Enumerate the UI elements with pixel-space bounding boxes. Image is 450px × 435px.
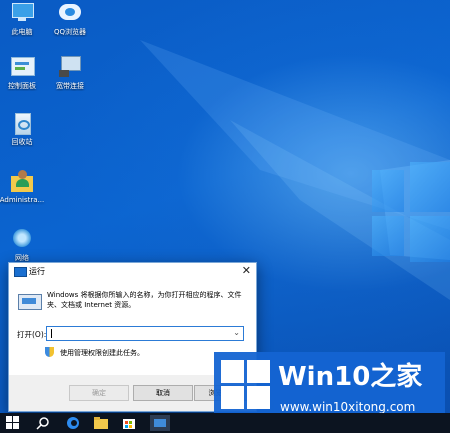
wallpaper-logo-pane [372,170,404,212]
watermark-brand-zh: 之家 [370,362,423,392]
win10-watermark: Win10之家 www.win10xitong.com [214,352,445,413]
desktop-icon-user-folder[interactable]: Administra... [0,168,48,205]
file-explorer-icon[interactable] [94,415,110,431]
broadband-icon [57,54,83,80]
taskbar [0,413,450,433]
user-folder-icon [9,168,35,194]
open-label: 打开(O): [17,330,47,339]
computer-icon [9,0,35,26]
wallpaper-logo-pane [372,216,404,256]
windows-logo-icon [221,360,271,410]
desktop-icon-this-pc[interactable]: 此电脑 [0,0,48,37]
run-app-icon [14,267,27,277]
search-icon[interactable] [36,415,52,431]
watermark-brand: Win10之家 [278,356,422,393]
run-program-icon [18,294,42,310]
desktop-icon-qq-browser[interactable]: QQ浏览器 [44,0,96,37]
desktop-background: 此电脑 QQ浏览器 控制面板 宽带连接 回收站 Administra... 网络… [0,0,450,413]
recycle-bin-icon [9,110,35,136]
network-icon [9,226,35,252]
wallpaper-logo-pane [410,162,450,212]
text-caret [51,329,52,338]
run-taskbar-item[interactable] [150,415,170,431]
desktop-icon-control-panel[interactable]: 控制面板 [0,54,48,91]
ok-button[interactable]: 确定 [69,385,129,401]
close-icon[interactable]: ✕ [242,264,251,277]
run-description: Windows 将根据你所输入的名称，为你打开相应的程序、文件夹、文档或 Int… [47,291,242,309]
edge-icon[interactable] [66,415,82,431]
desktop-icon-recycle-bin[interactable]: 回收站 [0,110,48,147]
watermark-url: www.win10xitong.com [280,400,416,413]
qq-browser-icon [57,0,83,26]
wallpaper-logo-pane [410,216,450,262]
store-icon[interactable] [122,415,138,431]
desktop-icon-broadband[interactable]: 宽带连接 [44,54,96,91]
control-panel-icon [9,54,35,80]
start-button[interactable] [6,415,22,431]
cancel-button[interactable]: 取消 [133,385,193,401]
admin-note: 使用管理权限创建此任务。 [45,347,144,358]
admin-note-text: 使用管理权限创建此任务。 [60,349,144,357]
desktop-icon-network[interactable]: 网络 [0,226,48,263]
uac-shield-icon [45,347,54,357]
run-dialog-title: 运行 [29,267,45,276]
run-dialog-titlebar[interactable]: 运行 ✕ [9,263,256,280]
watermark-brand-en: Win10 [278,362,371,392]
open-combobox[interactable]: ⌄ [46,326,244,341]
chevron-down-icon[interactable]: ⌄ [233,328,240,337]
